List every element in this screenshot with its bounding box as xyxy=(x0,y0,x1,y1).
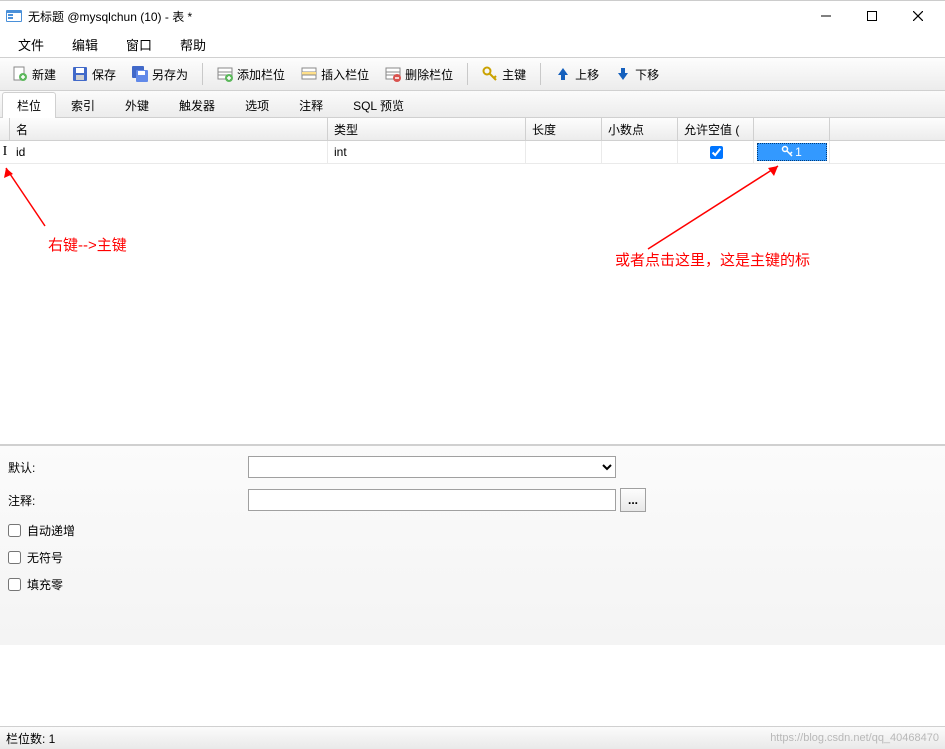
toolbar-separator xyxy=(202,63,203,85)
annotation-text-right: 或者点击这里，这是主键的标 xyxy=(615,249,810,270)
properties-panel: 默认: 注释: ... 自动递增 无符号 填充零 xyxy=(0,445,945,645)
allownull-checkbox[interactable] xyxy=(710,146,723,159)
annotation-arrow-right xyxy=(630,164,790,259)
unsigned-row[interactable]: 无符号 xyxy=(8,549,937,566)
saveas-button[interactable]: 另存为 xyxy=(125,62,195,87)
app-window: { "title": "无标题 @mysqlchun (10) - 表 *", … xyxy=(0,0,945,749)
tab-comment[interactable]: 注释 xyxy=(284,92,338,118)
row-cursor-icon: I xyxy=(0,144,10,160)
key-order: 1 xyxy=(795,145,802,159)
annotation-text-left: 右键-->主键 xyxy=(48,234,127,255)
delfield-icon xyxy=(385,66,401,82)
default-select[interactable] xyxy=(248,456,616,478)
unsigned-checkbox[interactable] xyxy=(8,551,21,564)
autoinc-checkbox[interactable] xyxy=(8,524,21,537)
save-button[interactable]: 保存 xyxy=(65,62,123,87)
moveup-label: 上移 xyxy=(575,66,599,83)
save-label: 保存 xyxy=(92,66,116,83)
key-icon xyxy=(482,66,498,82)
fields-grid: 名 类型 长度 小数点 允许空值 ( I id int 1 xyxy=(0,118,945,445)
primarykey-button[interactable]: 主键 xyxy=(475,62,533,87)
tab-triggers[interactable]: 触发器 xyxy=(164,92,230,118)
cell-primarykey[interactable]: 1 xyxy=(754,141,830,163)
autoinc-row[interactable]: 自动递增 xyxy=(8,522,937,539)
window-title: 无标题 @mysqlchun (10) - 表 * xyxy=(28,8,192,25)
window-controls xyxy=(803,1,941,31)
col-header-allownull[interactable]: 允许空值 ( xyxy=(678,118,754,140)
zerofill-label: 填充零 xyxy=(27,576,63,593)
saveas-label: 另存为 xyxy=(152,66,188,83)
menu-help[interactable]: 帮助 xyxy=(166,32,220,57)
toolbar: 新建 保存 另存为 添加栏位 插入栏位 删除栏位 主键 xyxy=(0,57,945,91)
col-header-type[interactable]: 类型 xyxy=(328,118,526,140)
title-bar: 无标题 @mysqlchun (10) - 表 * xyxy=(0,1,945,31)
col-header-key[interactable] xyxy=(754,118,830,140)
tab-indexes[interactable]: 索引 xyxy=(56,92,110,118)
arrow-down-icon xyxy=(615,66,631,82)
tab-fields[interactable]: 栏位 xyxy=(2,92,56,118)
movedown-button[interactable]: 下移 xyxy=(608,62,666,87)
addfield-label: 添加栏位 xyxy=(237,66,285,83)
table-row[interactable]: I id int 1 xyxy=(0,141,945,164)
new-icon xyxy=(12,66,28,82)
cell-allownull[interactable] xyxy=(678,141,754,163)
comment-label: 注释: xyxy=(8,492,248,509)
delfield-label: 删除栏位 xyxy=(405,66,453,83)
delfield-button[interactable]: 删除栏位 xyxy=(378,62,460,87)
status-bar: 栏位数: 1 https://blog.csdn.net/qq_40468470 xyxy=(0,726,945,749)
cell-length[interactable] xyxy=(526,141,602,163)
save-icon xyxy=(72,66,88,82)
insertfield-icon xyxy=(301,66,317,82)
key-icon xyxy=(781,145,793,160)
moveup-button[interactable]: 上移 xyxy=(548,62,606,87)
cell-type[interactable]: int xyxy=(328,141,526,163)
default-label: 默认: xyxy=(8,459,248,476)
status-fieldcount: 栏位数: 1 xyxy=(6,730,55,747)
tab-bar: 栏位 索引 外键 触发器 选项 注释 SQL 预览 xyxy=(0,91,945,118)
arrow-up-icon xyxy=(555,66,571,82)
autoinc-label: 自动递增 xyxy=(27,522,75,539)
annotation-arrow-left xyxy=(0,164,60,244)
status-watermark: https://blog.csdn.net/qq_40468470 xyxy=(770,732,939,744)
new-button[interactable]: 新建 xyxy=(5,62,63,87)
close-button[interactable] xyxy=(895,1,941,31)
app-icon xyxy=(6,8,22,24)
tab-sqlpreview[interactable]: SQL 预览 xyxy=(338,92,419,118)
cell-name[interactable]: id xyxy=(10,141,328,163)
menu-edit[interactable]: 编辑 xyxy=(58,32,112,57)
movedown-label: 下移 xyxy=(635,66,659,83)
zerofill-checkbox[interactable] xyxy=(8,578,21,591)
toolbar-separator xyxy=(540,63,541,85)
minimize-button[interactable] xyxy=(803,1,849,31)
insertfield-button[interactable]: 插入栏位 xyxy=(294,62,376,87)
cell-decimals[interactable] xyxy=(602,141,678,163)
saveas-icon xyxy=(132,66,148,82)
zerofill-row[interactable]: 填充零 xyxy=(8,576,937,593)
new-label: 新建 xyxy=(32,66,56,83)
menu-file[interactable]: 文件 xyxy=(4,32,58,57)
tab-options[interactable]: 选项 xyxy=(230,92,284,118)
insertfield-label: 插入栏位 xyxy=(321,66,369,83)
col-header-name[interactable]: 名 xyxy=(10,118,328,140)
col-header-length[interactable]: 长度 xyxy=(526,118,602,140)
tab-foreignkeys[interactable]: 外键 xyxy=(110,92,164,118)
grid-empty-area[interactable]: 右键-->主键 或者点击这里，这是主键的标 xyxy=(0,164,945,444)
grid-header: 名 类型 长度 小数点 允许空值 ( xyxy=(0,118,945,141)
menu-bar: 文件 编辑 窗口 帮助 xyxy=(0,31,945,57)
primarykey-label: 主键 xyxy=(502,66,526,83)
comment-input[interactable] xyxy=(248,489,616,511)
toolbar-separator xyxy=(467,63,468,85)
addfield-button[interactable]: 添加栏位 xyxy=(210,62,292,87)
unsigned-label: 无符号 xyxy=(27,549,63,566)
addfield-icon xyxy=(217,66,233,82)
comment-ellipsis-button[interactable]: ... xyxy=(620,488,646,512)
maximize-button[interactable] xyxy=(849,1,895,31)
col-header-decimals[interactable]: 小数点 xyxy=(602,118,678,140)
menu-window[interactable]: 窗口 xyxy=(112,32,166,57)
